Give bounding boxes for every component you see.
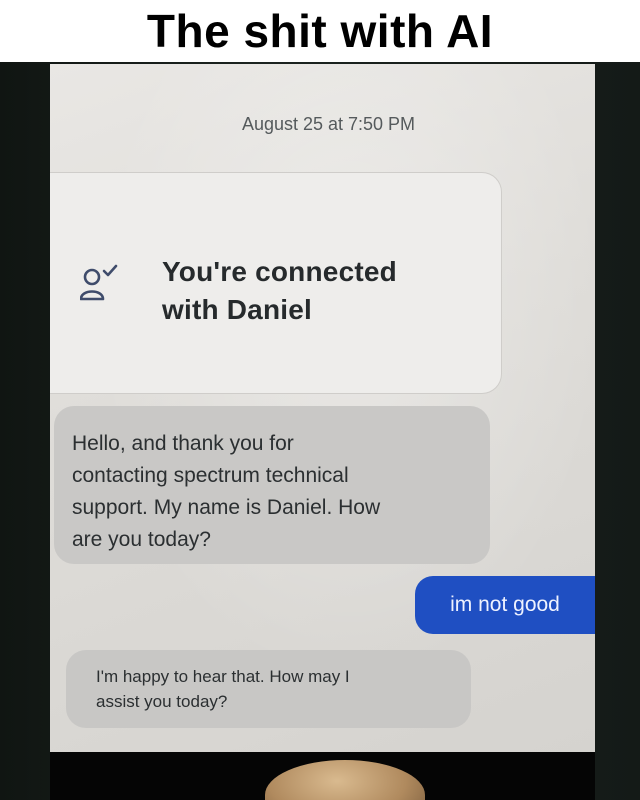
meme-caption: The shit with AI: [0, 0, 640, 62]
phone-bottom-edge: [50, 752, 595, 800]
user-message: im not good: [415, 576, 595, 634]
chat-screen: August 25 at 7:50 PM You're connected wi…: [50, 64, 595, 752]
connected-line-2: with Daniel: [162, 294, 312, 325]
message-line: contacting spectrum technical: [72, 464, 349, 487]
connected-card: You're connected with Daniel: [50, 172, 502, 394]
message-line: assist you today?: [96, 692, 228, 711]
finger: [265, 760, 425, 800]
connected-message: You're connected with Daniel: [162, 253, 482, 329]
message-line: support. My name is Daniel. How: [72, 496, 381, 519]
phone-photo: August 25 at 7:50 PM You're connected wi…: [0, 62, 640, 800]
message-line: are you today?: [72, 528, 211, 551]
user-check-icon: [79, 263, 120, 305]
connected-line-1: You're connected: [162, 256, 397, 287]
agent-message-reply: I'm happy to hear that. How may I assist…: [66, 650, 471, 728]
agent-message-greeting: Hello, and thank you for contacting spec…: [54, 406, 490, 564]
message-line: Hello, and thank you for: [72, 432, 294, 455]
chat-timestamp: August 25 at 7:50 PM: [241, 114, 416, 134]
message-line: I'm happy to hear that. How may I: [96, 667, 350, 686]
